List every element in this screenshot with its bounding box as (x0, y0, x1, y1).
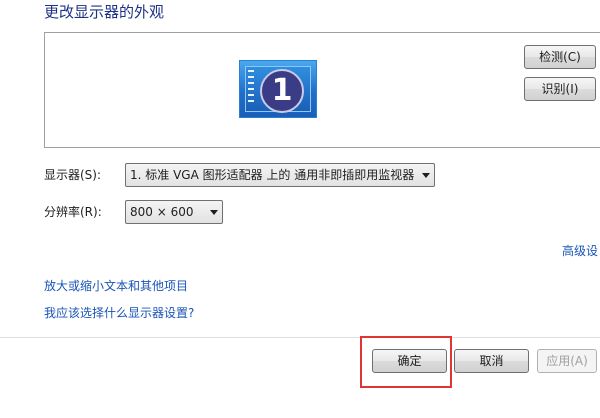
display-select-value: 1. 标准 VGA 图形适配器 上的 通用非即插即用监视器 (130, 168, 415, 182)
page-title: 更改显示器的外观 (44, 3, 165, 21)
monitor-1-thumbnail[interactable]: 1 (239, 60, 319, 120)
apply-button[interactable]: 应用(A) (537, 349, 597, 373)
display-settings-window: 更改显示器的外观 1 检测(C) 识别(I) 显示器(S): 1. 标准 VGA… (0, 0, 600, 418)
detect-button[interactable]: 检测(C) (524, 45, 596, 69)
footer-divider (0, 337, 600, 338)
chevron-down-icon (422, 173, 430, 178)
cancel-button[interactable]: 取消 (454, 349, 529, 373)
monitor-screen: 1 (245, 66, 311, 113)
monitor-icon: 1 (239, 60, 317, 118)
identify-button[interactable]: 识别(I) (524, 77, 596, 101)
resolution-select[interactable]: 800 × 600 (125, 200, 223, 224)
monitor-number: 1 (271, 73, 293, 108)
display-label: 显示器(S): (44, 168, 102, 182)
display-select[interactable]: 1. 标准 VGA 图形适配器 上的 通用非即插即用监视器 (125, 163, 435, 187)
resolution-label: 分辨率(R): (44, 205, 102, 219)
monitor-number-badge: 1 (260, 69, 304, 113)
enlarge-text-link[interactable]: 放大或缩小文本和其他项目 (44, 278, 188, 294)
monitor-preview-area (44, 32, 600, 148)
monitor-sidebar-lines (248, 70, 256, 110)
ok-button-highlight (360, 336, 452, 388)
resolution-select-value: 800 × 600 (130, 205, 194, 219)
which-settings-link[interactable]: 我应该选择什么显示器设置? (44, 305, 194, 321)
chevron-down-icon (210, 210, 218, 215)
advanced-settings-link[interactable]: 高级设 (562, 243, 598, 259)
